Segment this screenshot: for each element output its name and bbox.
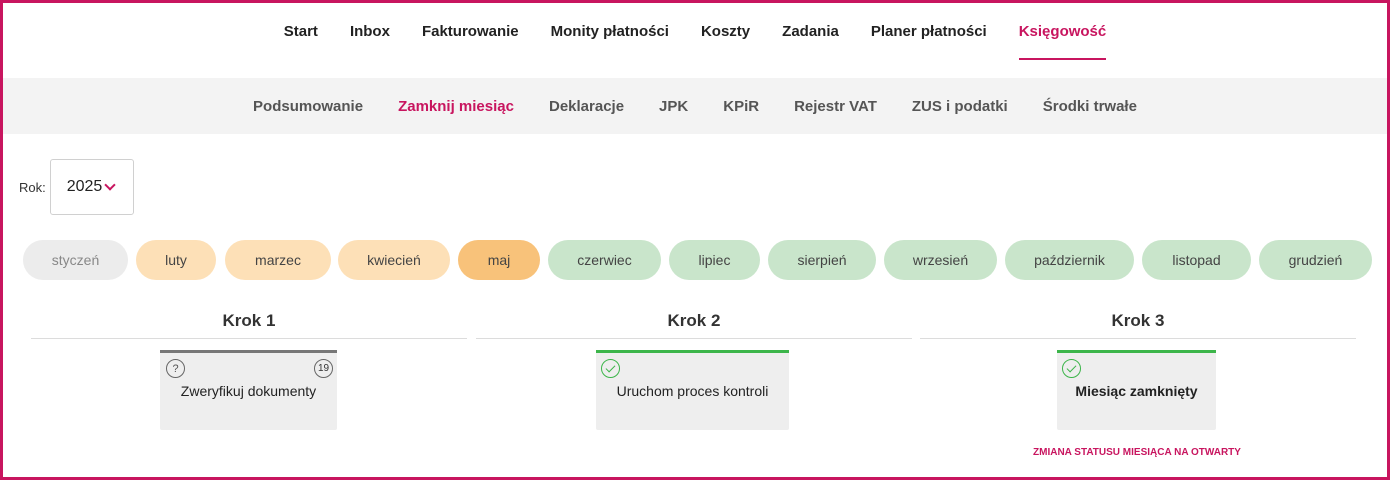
card-text: Miesiąc zamknięty <box>1075 383 1198 399</box>
topnav-item-fakturowanie[interactable]: Fakturowanie <box>406 3 535 77</box>
step-2-card[interactable]: Uruchom proces kontroli <box>596 350 789 430</box>
step-1-card[interactable]: ? 19 Zweryfikuj dokumenty <box>160 350 337 430</box>
month-pazdziernik[interactable]: październik <box>1005 240 1134 280</box>
top-navigation: Start Inbox Fakturowanie Monity płatnośc… <box>3 3 1387 77</box>
check-icon <box>601 359 620 378</box>
topnav-item-ksiegowosc[interactable]: Księgowość <box>1003 3 1123 77</box>
subnav-item-kpir[interactable]: KPiR <box>706 98 777 115</box>
step-title: Krok 1 <box>31 305 467 339</box>
card-status-bar <box>160 350 337 353</box>
question-icon[interactable]: ? <box>166 359 185 378</box>
year-select[interactable]: 2025 <box>49 159 134 215</box>
check-icon <box>1062 359 1081 378</box>
card-status-bar <box>596 350 789 353</box>
step-2: Krok 2 <box>476 305 912 339</box>
subnav-item-rejestr-vat[interactable]: Rejestr VAT <box>777 98 895 115</box>
year-value: 2025 <box>66 178 103 195</box>
month-styczen[interactable]: styczeń <box>23 240 128 280</box>
month-wrzesien[interactable]: wrzesień <box>884 240 997 280</box>
step-title: Krok 2 <box>476 305 912 339</box>
step-1: Krok 1 <box>31 305 467 339</box>
topnav-item-zadania[interactable]: Zadania <box>766 3 855 77</box>
subnav-item-deklaracje[interactable]: Deklaracje <box>531 98 641 115</box>
step-title: Krok 3 <box>920 305 1356 339</box>
year-label: Rok: <box>19 179 46 195</box>
subnav-item-zus[interactable]: ZUS i podatki <box>894 98 1025 115</box>
topnav-item-inbox[interactable]: Inbox <box>334 3 406 77</box>
month-czerwiec[interactable]: czerwiec <box>548 240 661 280</box>
month-sierpien[interactable]: sierpień <box>768 240 876 280</box>
month-maj[interactable]: maj <box>458 240 540 280</box>
month-selector: styczeń luty marzec kwiecień maj czerwie… <box>23 240 1373 280</box>
year-selector-group: Rok: 2025 <box>19 159 134 215</box>
month-luty[interactable]: luty <box>136 240 216 280</box>
topnav-item-koszty[interactable]: Koszty <box>685 3 766 77</box>
subnav-item-podsumowanie[interactable]: Podsumowanie <box>236 98 381 115</box>
sub-navigation: Podsumowanie Zamknij miesiąc Deklaracje … <box>3 78 1387 134</box>
subnav-item-zamknij-miesiac[interactable]: Zamknij miesiąc <box>381 98 532 115</box>
document-count-badge: 19 <box>314 359 333 378</box>
subnav-item-jpk[interactable]: JPK <box>642 98 706 115</box>
card-text: Zweryfikuj dokumenty <box>180 383 317 399</box>
step-3: Krok 3 <box>920 305 1356 339</box>
card-text: Uruchom proces kontroli <box>616 383 769 399</box>
month-kwiecien[interactable]: kwiecień <box>338 240 450 280</box>
month-marzec[interactable]: marzec <box>225 240 331 280</box>
topnav-item-monity[interactable]: Monity płatności <box>535 3 685 77</box>
month-grudzien[interactable]: grudzień <box>1259 240 1372 280</box>
month-lipiec[interactable]: lipiec <box>669 240 760 280</box>
topnav-item-start[interactable]: Start <box>268 3 334 77</box>
topnav-item-planer[interactable]: Planer płatności <box>855 3 1003 77</box>
chevron-down-icon <box>104 178 116 191</box>
card-status-bar <box>1057 350 1216 353</box>
month-listopad[interactable]: listopad <box>1142 240 1251 280</box>
reopen-month-link[interactable]: ZMIANA STATUSU MIESIĄCA NA OTWARTY <box>1033 447 1241 458</box>
subnav-item-srodki-trwale[interactable]: Środki trwałe <box>1025 98 1154 115</box>
step-3-card[interactable]: Miesiąc zamknięty <box>1057 350 1216 430</box>
